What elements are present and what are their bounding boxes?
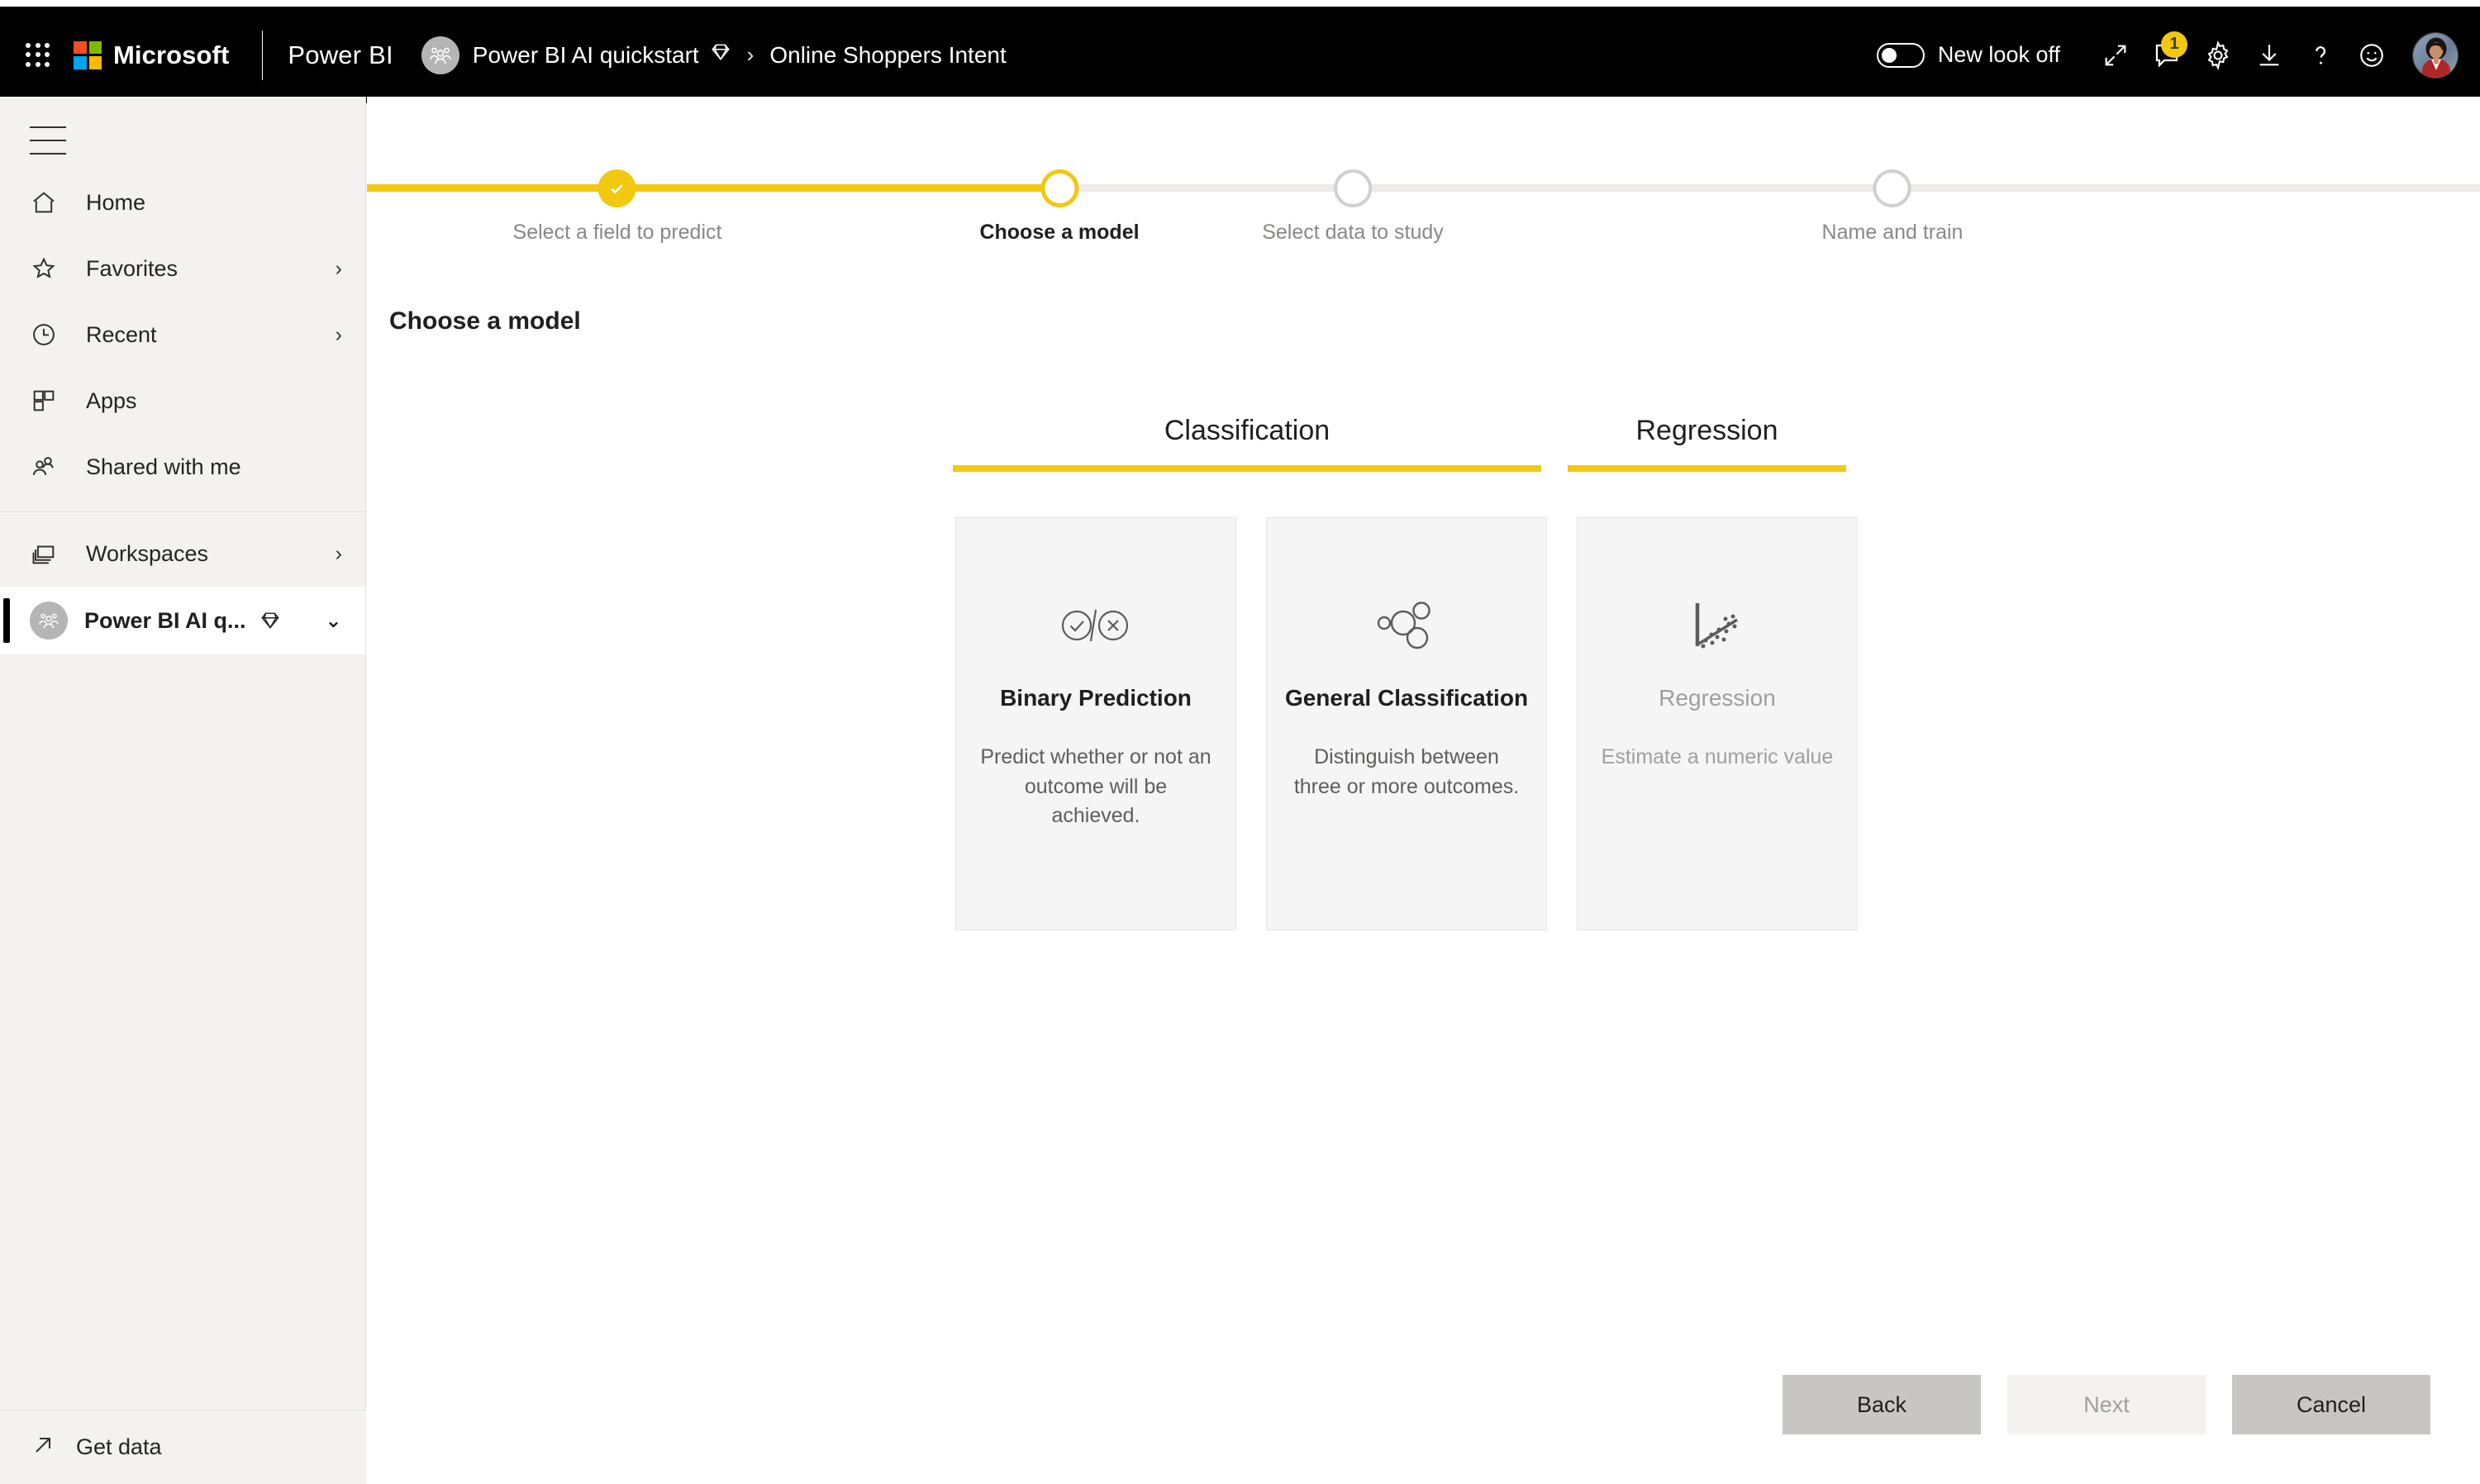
active-indicator-bar	[3, 598, 10, 643]
feedback-smiley-icon[interactable]	[2346, 30, 2397, 81]
tab-label: Regression	[1635, 415, 1778, 446]
sidebar-item-label: Shared with me	[86, 454, 241, 479]
cancel-button[interactable]: Cancel	[2232, 1375, 2430, 1434]
tab-classification[interactable]: Classification	[953, 415, 1541, 472]
sidebar-divider	[0, 511, 365, 512]
power-bi-home-link[interactable]: Power BI	[288, 40, 393, 70]
model-description: Distinguish between three or more outcom…	[1293, 745, 1520, 798]
model-card-binary-prediction[interactable]: Binary Prediction Predict whether or not…	[955, 517, 1236, 930]
header-divider	[262, 30, 264, 80]
sidebar-item-label: Home	[86, 189, 146, 215]
chevron-right-icon: ›	[335, 256, 342, 280]
app-launcher-waffle-icon[interactable]	[22, 40, 54, 71]
sidebar-item-label: Apps	[86, 388, 137, 413]
download-icon[interactable]	[2244, 30, 2295, 81]
diamond-premium-icon	[259, 610, 281, 631]
model-description: Estimate a numeric value	[1601, 745, 1834, 768]
page-title: Choose a model	[389, 307, 581, 335]
model-title: General Classification	[1284, 685, 1529, 711]
notification-count-badge: 1	[2161, 31, 2187, 58]
wizard-step-2[interactable]: Choose a model	[979, 163, 1140, 245]
star-icon	[30, 254, 66, 283]
microsoft-logo[interactable]: Microsoft	[74, 40, 229, 70]
chevron-right-icon: ›	[335, 322, 342, 346]
active-workspace-label: Power BI AI q...	[84, 607, 246, 633]
sidebar-item-label: Workspaces	[86, 540, 209, 566]
microsoft-wordmark: Microsoft	[113, 40, 230, 69]
back-button[interactable]: Back	[1783, 1375, 1981, 1434]
shared-people-icon	[30, 453, 66, 481]
wizard-stepper: Select a field to predict Choose a model…	[367, 163, 2480, 244]
step-todo-icon	[1873, 169, 1911, 207]
tab-regression[interactable]: Regression	[1568, 415, 1846, 472]
new-look-label: New look off	[1937, 42, 2060, 67]
wizard-footer-actions: Back Next Cancel	[1783, 1375, 2430, 1434]
scatter-trendline-icon	[1690, 592, 1745, 659]
arrow-up-right-icon	[30, 1432, 56, 1463]
main-content-area: Select a field to predict Choose a model…	[367, 97, 2480, 1484]
workspaces-icon	[30, 540, 66, 568]
workspace-group-avatar	[30, 602, 68, 640]
step-current-icon	[1040, 169, 1078, 207]
tab-active-underline	[953, 465, 1541, 472]
model-card-regression: Regression Estimate a numeric value	[1577, 517, 1858, 930]
model-description: Predict whether or not an outcome will b…	[980, 745, 1211, 827]
workspace-group-avatar	[421, 36, 459, 74]
breadcrumb: Power BI AI quickstart › Online Shoppers…	[473, 41, 1007, 69]
model-title: Binary Prediction	[1000, 685, 1192, 711]
step-label: Choose a model	[979, 221, 1140, 244]
user-avatar[interactable]	[2412, 31, 2459, 78]
wizard-step-4[interactable]: Name and train	[1821, 163, 1964, 245]
wizard-step-1[interactable]: Select a field to predict	[512, 163, 722, 245]
breadcrumb-current-item[interactable]: Online Shoppers Intent	[769, 42, 1006, 69]
binary-check-cross-icon	[1059, 592, 1133, 659]
sidebar-item-workspaces[interactable]: Workspaces ›	[0, 521, 365, 587]
notifications-icon[interactable]: 1	[2141, 30, 2192, 81]
sidebar-item-label: Favorites	[86, 255, 179, 281]
fullscreen-icon[interactable]	[2090, 30, 2141, 81]
chevron-down-icon[interactable]: ⌄	[325, 608, 342, 633]
step-label: Select a field to predict	[512, 221, 722, 244]
gear-icon[interactable]	[2192, 30, 2244, 81]
toggle-knob	[1881, 47, 1897, 63]
model-title: Regression	[1659, 685, 1776, 711]
new-look-toggle[interactable]: New look off	[1876, 42, 2060, 68]
step-label: Name and train	[1821, 221, 1964, 244]
home-icon	[30, 188, 66, 216]
diamond-premium-icon	[710, 41, 731, 69]
tab-label: Classification	[1164, 415, 1330, 446]
sidebar-item-label: Recent	[86, 321, 157, 347]
next-button: Next	[2007, 1375, 2206, 1434]
new-look-switch[interactable]	[1876, 42, 1925, 68]
sidebar-item-home[interactable]: Home	[0, 169, 365, 235]
get-data-button[interactable]: Get data	[0, 1410, 366, 1484]
clustered-circles-icon	[1375, 592, 1438, 659]
step-label: Select data to study	[1262, 221, 1444, 244]
apps-grid-icon	[30, 387, 66, 415]
hamburger-menu-icon[interactable]	[30, 126, 66, 155]
sidebar-item-recent[interactable]: Recent ›	[0, 302, 365, 368]
chevron-right-icon: ›	[335, 541, 342, 565]
sidebar-item-active-workspace[interactable]: Power BI AI q... ⌄	[0, 587, 365, 654]
model-card-general-classification[interactable]: General Classification Distinguish betwe…	[1266, 517, 1547, 930]
breadcrumb-separator: ›	[746, 42, 754, 67]
model-category-tabs: Classification Regression	[367, 415, 2480, 485]
step-todo-icon	[1334, 169, 1372, 207]
header-actions: New look off 1	[1876, 30, 2480, 81]
microsoft-squares-icon	[74, 40, 102, 69]
power-bi-app: Microsoft Power BI Power BI AI quickstar…	[0, 0, 2480, 1484]
top-header-bar: Microsoft Power BI Power BI AI quickstar…	[0, 7, 2480, 103]
sidebar-item-shared-with-me[interactable]: Shared with me	[0, 434, 365, 500]
clock-icon	[30, 321, 66, 349]
breadcrumb-workspace[interactable]: Power BI AI quickstart	[473, 42, 699, 69]
sidebar-item-favorites[interactable]: Favorites ›	[0, 235, 365, 302]
wizard-step-3[interactable]: Select data to study	[1262, 163, 1444, 245]
help-icon[interactable]	[2295, 30, 2346, 81]
tab-active-underline	[1568, 465, 1846, 472]
get-data-label: Get data	[76, 1434, 162, 1459]
step-done-icon	[597, 169, 636, 207]
left-navigation-sidebar: Home Favorites › Recent › Apps Shared wi…	[0, 97, 366, 1484]
sidebar-item-apps[interactable]: Apps	[0, 368, 365, 434]
